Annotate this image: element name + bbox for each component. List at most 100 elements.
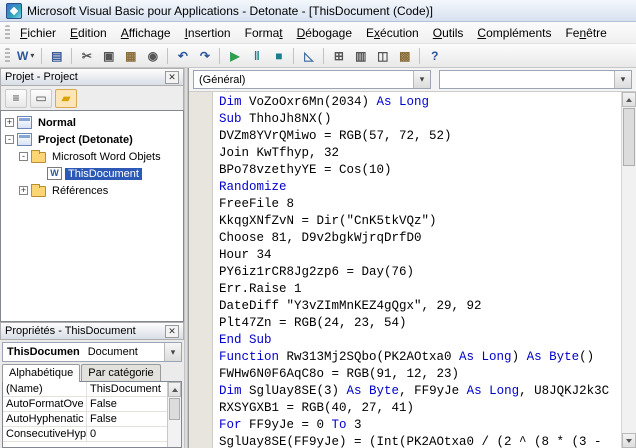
code-line[interactable]: Choose 81, D9v2bgkWjrqDrfD0 [219, 230, 621, 247]
property-row[interactable]: AutoFormatOve False [3, 397, 167, 412]
tree-item[interactable]: + Normal [1, 114, 183, 131]
code-line[interactable]: Function Rw313Mj2SQbo(PK2AOtxa0 As Long)… [219, 349, 621, 366]
scroll-up-button[interactable] [622, 92, 636, 107]
copy-button[interactable]: ▣ [98, 46, 119, 66]
tree-expander[interactable]: - [5, 135, 14, 144]
menu-insertion[interactable]: Insertion [178, 23, 238, 43]
menu-affichage[interactable]: Affichage [114, 23, 178, 43]
properties-scroll-up-button[interactable] [168, 382, 181, 397]
properties-scrollbar-thumb[interactable] [169, 398, 180, 420]
menu-outils[interactable]: Outils [426, 23, 471, 43]
menubar-grip[interactable] [5, 24, 10, 41]
breakpoint-margin[interactable] [189, 92, 213, 448]
tree-item[interactable]: - Project (Detonate) [1, 131, 183, 148]
tree-expander[interactable]: + [5, 118, 14, 127]
code-line[interactable]: BPo78vzethyYE = Cos(10) [219, 162, 621, 179]
design-mode-button[interactable]: ◺ [298, 46, 319, 66]
scrollbar-thumb[interactable] [623, 108, 635, 166]
paste-button[interactable]: ▦ [120, 46, 141, 66]
code-line[interactable]: RXSYGXB1 = RGB(40, 27, 41) [219, 400, 621, 417]
view-code-button[interactable]: ≡ [5, 88, 27, 108]
menu-fichier[interactable]: Fichier [13, 23, 63, 43]
property-name: AutoFormatOve [3, 397, 87, 411]
cut-button[interactable]: ✂ [76, 46, 97, 66]
help-button[interactable]: ? [424, 46, 445, 66]
toolbox-icon: ▩ [399, 48, 411, 63]
find-button[interactable]: ◉ [142, 46, 163, 66]
property-value[interactable]: False [87, 412, 167, 426]
object-selector-combo[interactable]: ThisDocumen Document [2, 342, 182, 362]
toolbar-grip[interactable] [5, 47, 10, 64]
code-line[interactable]: For FF9yJe = 0 To 3 [219, 417, 621, 434]
code-line[interactable]: DVZm8YVrQMiwo = RGB(57, 72, 52) [219, 128, 621, 145]
run-button[interactable]: ▶ [224, 46, 245, 66]
project-icon [17, 133, 32, 146]
tree-expander[interactable]: - [19, 152, 28, 161]
property-value[interactable]: False [87, 397, 167, 411]
view-microsoft-word-button[interactable]: W ▾ [14, 46, 37, 66]
properties-tabs: Alphabétique Par catégorie [0, 363, 184, 382]
object-combo-dropdown-arrow[interactable] [164, 343, 181, 361]
code-line[interactable]: Plt47Zn = RGB(24, 23, 54) [219, 315, 621, 332]
project-explorer-button[interactable]: ⊞ [328, 46, 349, 66]
object-combo-arrow[interactable] [413, 71, 430, 88]
tab-alphabetic[interactable]: Alphabétique [2, 364, 81, 382]
toolbox-button[interactable]: ▩ [394, 46, 415, 66]
code-line[interactable]: SglUay8SE(FF9yJe) = (Int(PK2AOtxa0 / (2 … [219, 434, 621, 448]
redo-button[interactable]: ↷ [194, 46, 215, 66]
scroll-down-button[interactable] [622, 433, 636, 448]
view-microsoft-word-icon: W [17, 48, 29, 63]
code-line[interactable]: FWHw6N0F6AqC8o = RGB(91, 12, 23) [219, 366, 621, 383]
code-line[interactable]: Dim SglUay8SE(3) As Byte, FF9yJe As Long… [219, 383, 621, 400]
properties-scrollbar[interactable] [167, 382, 181, 447]
procedure-combo[interactable] [439, 70, 632, 89]
view-object-button[interactable]: ▭ [30, 88, 52, 108]
tree-item[interactable]: W ThisDocument [1, 165, 183, 182]
close-project-panel-button[interactable]: ✕ [165, 70, 179, 84]
undo-button[interactable]: ↶ [172, 46, 193, 66]
tree-item[interactable]: + Références [1, 182, 183, 199]
menu-execution[interactable]: Exécution [359, 23, 426, 43]
menu-fenetre[interactable]: Fenêtre [558, 23, 613, 43]
tab-categorized[interactable]: Par catégorie [81, 364, 161, 381]
object-combo[interactable]: (Général) [193, 70, 431, 89]
code-line[interactable]: PY6iz1rCR8Jg2zp6 = Day(76) [219, 264, 621, 281]
property-name: (Name) [3, 382, 87, 396]
code-editor[interactable]: Dim VoZoOxr6Mn(2034) As Long Sub ThhoJh8N… [213, 92, 621, 448]
code-line[interactable]: KkqgXNfZvN = Dir("CnK5tkVQz") [219, 213, 621, 230]
save-button[interactable]: ▤ [46, 46, 67, 66]
menu-format[interactable]: Format [238, 23, 290, 43]
code-line[interactable]: FreeFile 8 [219, 196, 621, 213]
code-vertical-scrollbar[interactable] [621, 92, 636, 448]
break-button[interactable]: ‖ [246, 46, 267, 66]
property-row[interactable]: ConsecutiveHyp 0 [3, 427, 167, 442]
code-line[interactable]: End Sub [219, 332, 621, 349]
object-browser-button[interactable]: ◫ [372, 46, 393, 66]
menu-debogage[interactable]: Débogage [290, 23, 359, 43]
code-line[interactable]: DateDiff "Y3vZImMnKEZ4gQgx", 29, 92 [219, 298, 621, 315]
code-line[interactable]: Dim VoZoOxr6Mn(2034) As Long [219, 94, 621, 111]
scrollbar-track[interactable] [622, 107, 636, 433]
property-row[interactable]: AutoHyphenatic False [3, 412, 167, 427]
menu-complements[interactable]: Compléments [470, 23, 558, 43]
toggle-folders-button[interactable]: ▰ [55, 88, 77, 108]
code-line[interactable]: Randomize [219, 179, 621, 196]
property-value[interactable]: ThisDocument [87, 382, 167, 396]
reset-button[interactable]: ■ [268, 46, 289, 66]
code-line[interactable]: Sub ThhoJh8NX() [219, 111, 621, 128]
property-value[interactable]: 0 [87, 427, 167, 441]
menu-edition[interactable]: Edition [63, 23, 114, 43]
code-line[interactable]: Err.Raise 1 [219, 281, 621, 298]
paste-icon: ▦ [125, 48, 137, 63]
code-line[interactable]: Join KwTfhyp, 32 [219, 145, 621, 162]
code-line[interactable]: Hour 34 [219, 247, 621, 264]
toggle-folders-icon: ▰ [61, 91, 71, 105]
close-properties-panel-button[interactable]: ✕ [165, 324, 179, 338]
properties-window-button[interactable]: ▥ [350, 46, 371, 66]
properties-scrollbar-track[interactable] [168, 397, 181, 447]
property-row[interactable]: (Name) ThisDocument [3, 382, 167, 397]
tree-expander[interactable]: + [19, 186, 28, 195]
procedure-combo-arrow[interactable] [614, 71, 631, 88]
tree-item[interactable]: - Microsoft Word Objets [1, 148, 183, 165]
arrow-up-icon [171, 387, 178, 392]
